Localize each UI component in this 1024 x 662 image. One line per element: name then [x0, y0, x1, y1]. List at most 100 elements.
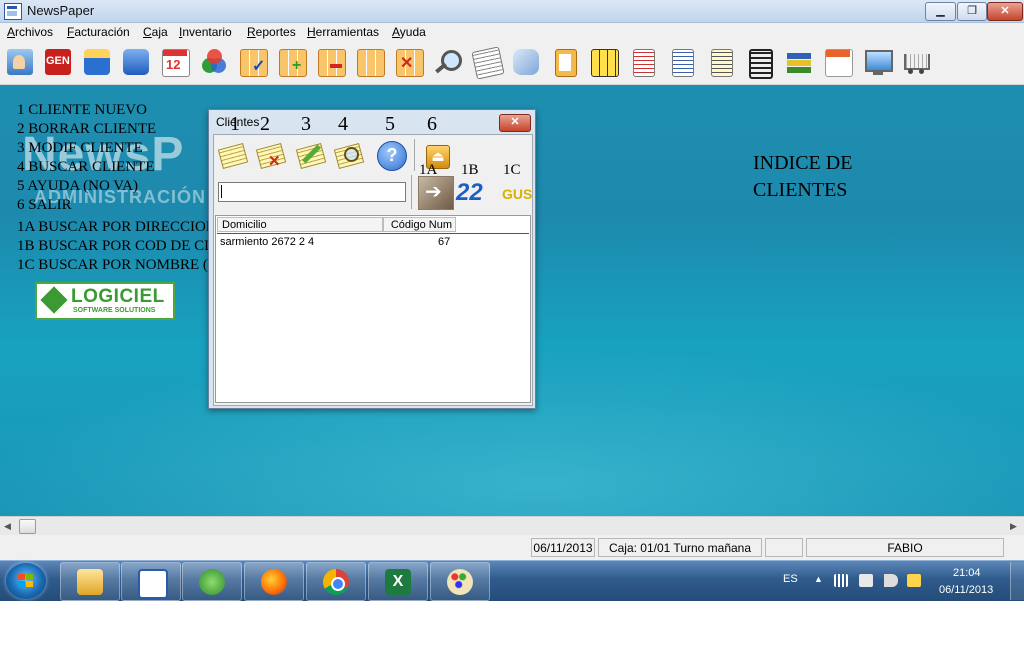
- green-app-icon: [199, 569, 225, 595]
- menu-facturacion[interactable]: Facturación: [67, 25, 130, 39]
- minimize-button[interactable]: ▁: [925, 2, 956, 21]
- newspaper-icon[interactable]: [471, 46, 505, 80]
- show-desktop-button[interactable]: [1010, 562, 1024, 600]
- logo-name: LOGICIEL: [71, 286, 165, 307]
- note-salir: 6 SALIR: [17, 197, 72, 213]
- menu-inventario[interactable]: Inventario: [179, 25, 232, 39]
- note-cliente-nuevo: 1 CLIENTE NUEVO: [17, 102, 147, 118]
- taskbar-firefox[interactable]: [244, 562, 304, 601]
- help-button[interactable]: ?: [374, 139, 408, 171]
- gen-icon[interactable]: GEN: [43, 47, 73, 77]
- search-input[interactable]: [218, 182, 406, 202]
- taskbar-paint[interactable]: [430, 562, 490, 601]
- status-caja: Caja: 01/01 Turno mañana: [598, 538, 762, 557]
- note-modif-cliente: 3 MODIF CLIENTE: [17, 140, 143, 156]
- search-separator: [411, 175, 412, 209]
- horizontal-scrollbar[interactable]: ◀ ▶: [0, 516, 1024, 535]
- network-icon[interactable]: [907, 574, 921, 587]
- grid-add-icon[interactable]: +: [277, 47, 307, 77]
- arrow-right-icon: ➔: [425, 181, 442, 203]
- new-client-button[interactable]: [216, 139, 250, 171]
- logiciel-logo: LOGICIEL SOFTWARE SOLUTIONS: [35, 282, 175, 320]
- calendar-icon[interactable]: 12: [160, 47, 190, 77]
- close-button[interactable]: ✕: [987, 2, 1023, 21]
- box-open-icon[interactable]: [82, 47, 112, 77]
- start-button[interactable]: [6, 563, 46, 599]
- header-divider: [217, 233, 529, 234]
- clock-time[interactable]: 21:04: [953, 567, 981, 579]
- column-header-codigo[interactable]: Código Num: [383, 217, 456, 232]
- document-blue-icon[interactable]: [667, 47, 697, 77]
- edit-client-button[interactable]: [294, 139, 328, 171]
- clipboard-icon[interactable]: [550, 47, 580, 77]
- grid-remove-icon[interactable]: [316, 47, 346, 77]
- box-icon[interactable]: [121, 47, 151, 77]
- power-icon[interactable]: [859, 574, 873, 587]
- taskbar-green-app[interactable]: [182, 562, 242, 601]
- menu-archivos[interactable]: Archivos: [7, 25, 53, 39]
- status-bar: 06/11/2013 Caja: 01/01 Turno mañana FABI…: [0, 535, 1024, 560]
- volume-muted-icon[interactable]: [884, 574, 898, 587]
- menu-reportes[interactable]: Reportes: [247, 25, 296, 39]
- table-row[interactable]: sarmiento 2672 2 4 67: [217, 235, 529, 249]
- label-2: 2: [260, 113, 270, 135]
- grid-delete-icon[interactable]: ✕: [394, 47, 424, 77]
- label-1b: 1B: [461, 162, 479, 178]
- search-client-button[interactable]: [332, 139, 366, 171]
- explorer-icon: [77, 569, 103, 595]
- cell-domicilio: sarmiento 2672 2 4: [220, 236, 315, 248]
- title-bar: NewsPaper ▁ ❐ ✕: [0, 0, 1024, 23]
- grid-check-icon[interactable]: ✓: [238, 47, 268, 77]
- label-1: 1: [230, 113, 240, 135]
- show-hidden-icons[interactable]: ▲: [814, 574, 823, 584]
- taskbar-excel[interactable]: X: [368, 562, 428, 601]
- grid-icon[interactable]: [355, 47, 385, 77]
- signal-icon[interactable]: [834, 574, 848, 587]
- magnifier-icon[interactable]: [433, 47, 463, 77]
- document-red-icon[interactable]: [628, 47, 658, 77]
- clientes-dialog: Clientes ✕ ✕ ? ⏏ ➔ 22 GUS Domicilio Códi…: [208, 109, 536, 409]
- help-icon: ?: [377, 141, 407, 171]
- maximize-button[interactable]: ❐: [957, 2, 987, 21]
- taskbar-chrome[interactable]: [306, 562, 366, 601]
- clock-date[interactable]: 06/11/2013: [939, 584, 993, 596]
- books-icon[interactable]: [784, 47, 814, 77]
- status-date: 06/11/2013: [531, 538, 595, 557]
- scroll-thumb[interactable]: [19, 519, 36, 534]
- app-icon: [4, 3, 22, 20]
- dialog-close-button[interactable]: ✕: [499, 114, 531, 132]
- yellow-grid-icon[interactable]: [589, 47, 619, 77]
- taskbar-explorer[interactable]: [60, 562, 120, 601]
- search-by-address-button[interactable]: ➔: [418, 176, 454, 210]
- cell-codigo: 67: [438, 236, 451, 248]
- note-borrar-cliente: 2 BORRAR CLIENTE: [17, 121, 157, 137]
- search-by-code-button[interactable]: 22: [456, 179, 483, 207]
- taskbar-newspaper[interactable]: [121, 562, 181, 601]
- delete-client-button[interactable]: ✕: [254, 139, 288, 171]
- scroll-icon[interactable]: [511, 47, 541, 77]
- label-6: 6: [427, 113, 437, 135]
- firefox-icon: [261, 569, 287, 595]
- scroll-left-icon[interactable]: ◀: [4, 521, 11, 532]
- monitor-icon[interactable]: [862, 47, 893, 77]
- taskbar: X ES ▲ 21:04 06/11/2013: [0, 560, 1024, 601]
- scroll-right-icon[interactable]: ▶: [1010, 521, 1017, 532]
- calculator-icon[interactable]: [745, 47, 775, 79]
- chrome-center: [331, 577, 345, 591]
- document-yellow-icon[interactable]: [706, 47, 736, 77]
- clients-list[interactable]: Domicilio Código Num sarmiento 2672 2 4 …: [215, 215, 531, 403]
- calendar-sheet-icon[interactable]: [823, 47, 853, 77]
- language-indicator[interactable]: ES: [783, 573, 798, 585]
- column-header-domicilio[interactable]: Domicilio: [217, 217, 383, 232]
- menu-herramientas[interactable]: Herramientas: [307, 25, 379, 39]
- menu-caja[interactable]: Caja: [143, 25, 168, 39]
- cart-icon[interactable]: [901, 47, 931, 77]
- search-by-name-button[interactable]: GUS: [502, 186, 532, 202]
- dialog-body: ✕ ? ⏏ ➔ 22 GUS Domicilio Código Num sarm…: [213, 134, 533, 406]
- clients-icon[interactable]: [5, 47, 35, 77]
- newspaper-app-icon: [138, 569, 168, 599]
- color-circles-icon[interactable]: [199, 47, 229, 77]
- logo-mark-icon: [40, 286, 68, 314]
- delete-x-icon: ✕: [268, 153, 281, 170]
- menu-ayuda[interactable]: Ayuda: [392, 25, 426, 39]
